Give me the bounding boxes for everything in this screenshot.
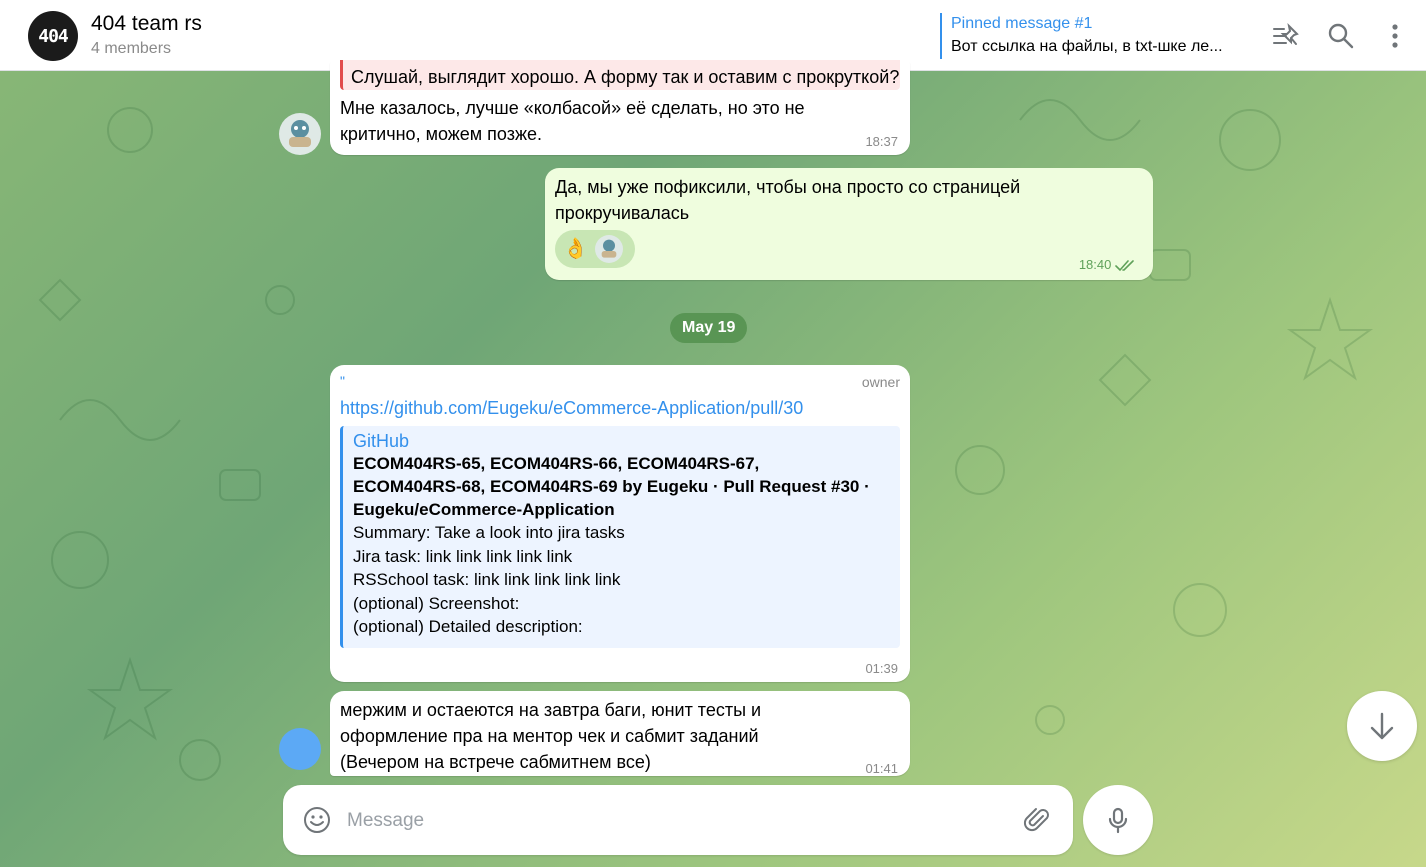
reply-quote[interactable]: Слушай, выглядит хорошо. А форму так и о…	[340, 60, 900, 90]
link-preview-site: GitHub	[353, 431, 410, 451]
message-line: оформление пра на ментор чек и сабмит за…	[340, 726, 759, 746]
pinned-message-title: Pinned message #1	[951, 15, 1093, 32]
link-preview-desc-line: Summary: Take a look into jira tasks	[353, 523, 625, 542]
link-preview-desc-line: (optional) Screenshot:	[353, 593, 520, 613]
member-count: 4 members	[91, 40, 172, 57]
sender-mark: "	[340, 373, 345, 389]
arrow-down-icon	[1370, 712, 1394, 740]
double-check-icon	[1115, 259, 1134, 271]
pinned-message-text: Вот ссылка на файлы, в txt-шке ле...	[951, 38, 1223, 55]
link-preview-title-line: Eugeku/eCommerce-Application	[353, 500, 615, 519]
search-icon[interactable]	[1327, 22, 1355, 50]
message-time: 01:39	[865, 661, 898, 676]
message-line: мержим и остаеются на завтра баги, юнит …	[340, 700, 762, 720]
sender-avatar[interactable]	[279, 113, 321, 155]
message-input[interactable]	[345, 805, 999, 837]
scroll-to-bottom-button[interactable]	[1347, 691, 1417, 761]
group-avatar[interactable]: 404	[28, 11, 78, 61]
reaction-chip[interactable]: 👌	[555, 230, 635, 268]
sender-avatar[interactable]	[279, 728, 321, 770]
message-incoming[interactable]: Слушай, выглядит хорошо. А форму так и о…	[330, 60, 910, 155]
message-line: критично, можем позже.	[340, 124, 543, 144]
voice-record-button[interactable]	[1083, 785, 1153, 855]
chat-title[interactable]: 404 team rs	[91, 12, 202, 36]
date-separator: May 19	[670, 313, 748, 343]
pin-list-icon[interactable]	[1272, 22, 1300, 50]
message-time-text: 18:40	[1078, 257, 1112, 272]
message-time: 18:40	[1079, 257, 1137, 272]
paperclip-icon[interactable]	[1023, 806, 1051, 834]
message-line: Мне казалось, лучше «колбасой» её сделат…	[340, 98, 805, 118]
owner-badge: owner	[861, 374, 900, 390]
pinned-message[interactable]: Pinned message #1 Вот ссылка на файлы, в…	[940, 13, 1223, 59]
link-preview-desc-line: (optional) Detailed description:	[353, 617, 583, 636]
message-text: Мне казалось, лучше «колбасой» её сделат…	[340, 95, 805, 147]
message-composer[interactable]	[283, 785, 1073, 855]
message-incoming[interactable]: мержим и остаеются на завтра баги, юнит …	[330, 691, 910, 776]
link-preview[interactable]: GitHub ECOM404RS-65, ECOM404RS-66, ECOM4…	[340, 426, 900, 648]
link-preview-title-line: ECOM404RS-68, ECOM404RS-69 by Eugeku · P…	[353, 477, 870, 496]
sender-avatar-image	[289, 120, 311, 147]
message-line: (Вечером на встрече сабмитнем все)	[340, 752, 651, 772]
more-vertical-icon[interactable]	[1381, 22, 1409, 50]
message-time: 18:37	[865, 134, 898, 149]
message-link[interactable]: https://github.com/Eugeku/eCommerce-Appl…	[340, 395, 803, 421]
link-preview-desc-line: RSSchool task: link link link link link	[353, 570, 621, 589]
message-text: Да, мы уже пофиксили, чтобы она просто с…	[555, 174, 1020, 226]
emoji-icon[interactable]	[303, 806, 331, 834]
link-preview-description: Summary: Take a look into jira tasks Jir…	[353, 521, 890, 639]
reactor-avatar	[595, 235, 623, 263]
link-preview-title: ECOM404RS-65, ECOM404RS-66, ECOM404RS-67…	[353, 452, 890, 521]
reply-quote-text: Слушай, выглядит хорошо. А форму так и о…	[351, 67, 900, 87]
message-text: мержим и остаеются на завтра баги, юнит …	[340, 697, 761, 775]
link-preview-desc-line: Jira task: link link link link link	[353, 546, 573, 566]
microphone-icon	[1108, 807, 1128, 834]
message-line: Да, мы уже пофиксили, чтобы она просто с…	[555, 177, 1021, 197]
message-outgoing[interactable]: Да, мы уже пофиксили, чтобы она просто с…	[545, 168, 1153, 280]
link-preview-title-line: ECOM404RS-65, ECOM404RS-66, ECOM404RS-67…	[353, 454, 760, 473]
message-line: прокручивалась	[555, 203, 690, 223]
message-time: 01:41	[865, 761, 898, 776]
reaction-emoji: 👌	[563, 238, 588, 260]
